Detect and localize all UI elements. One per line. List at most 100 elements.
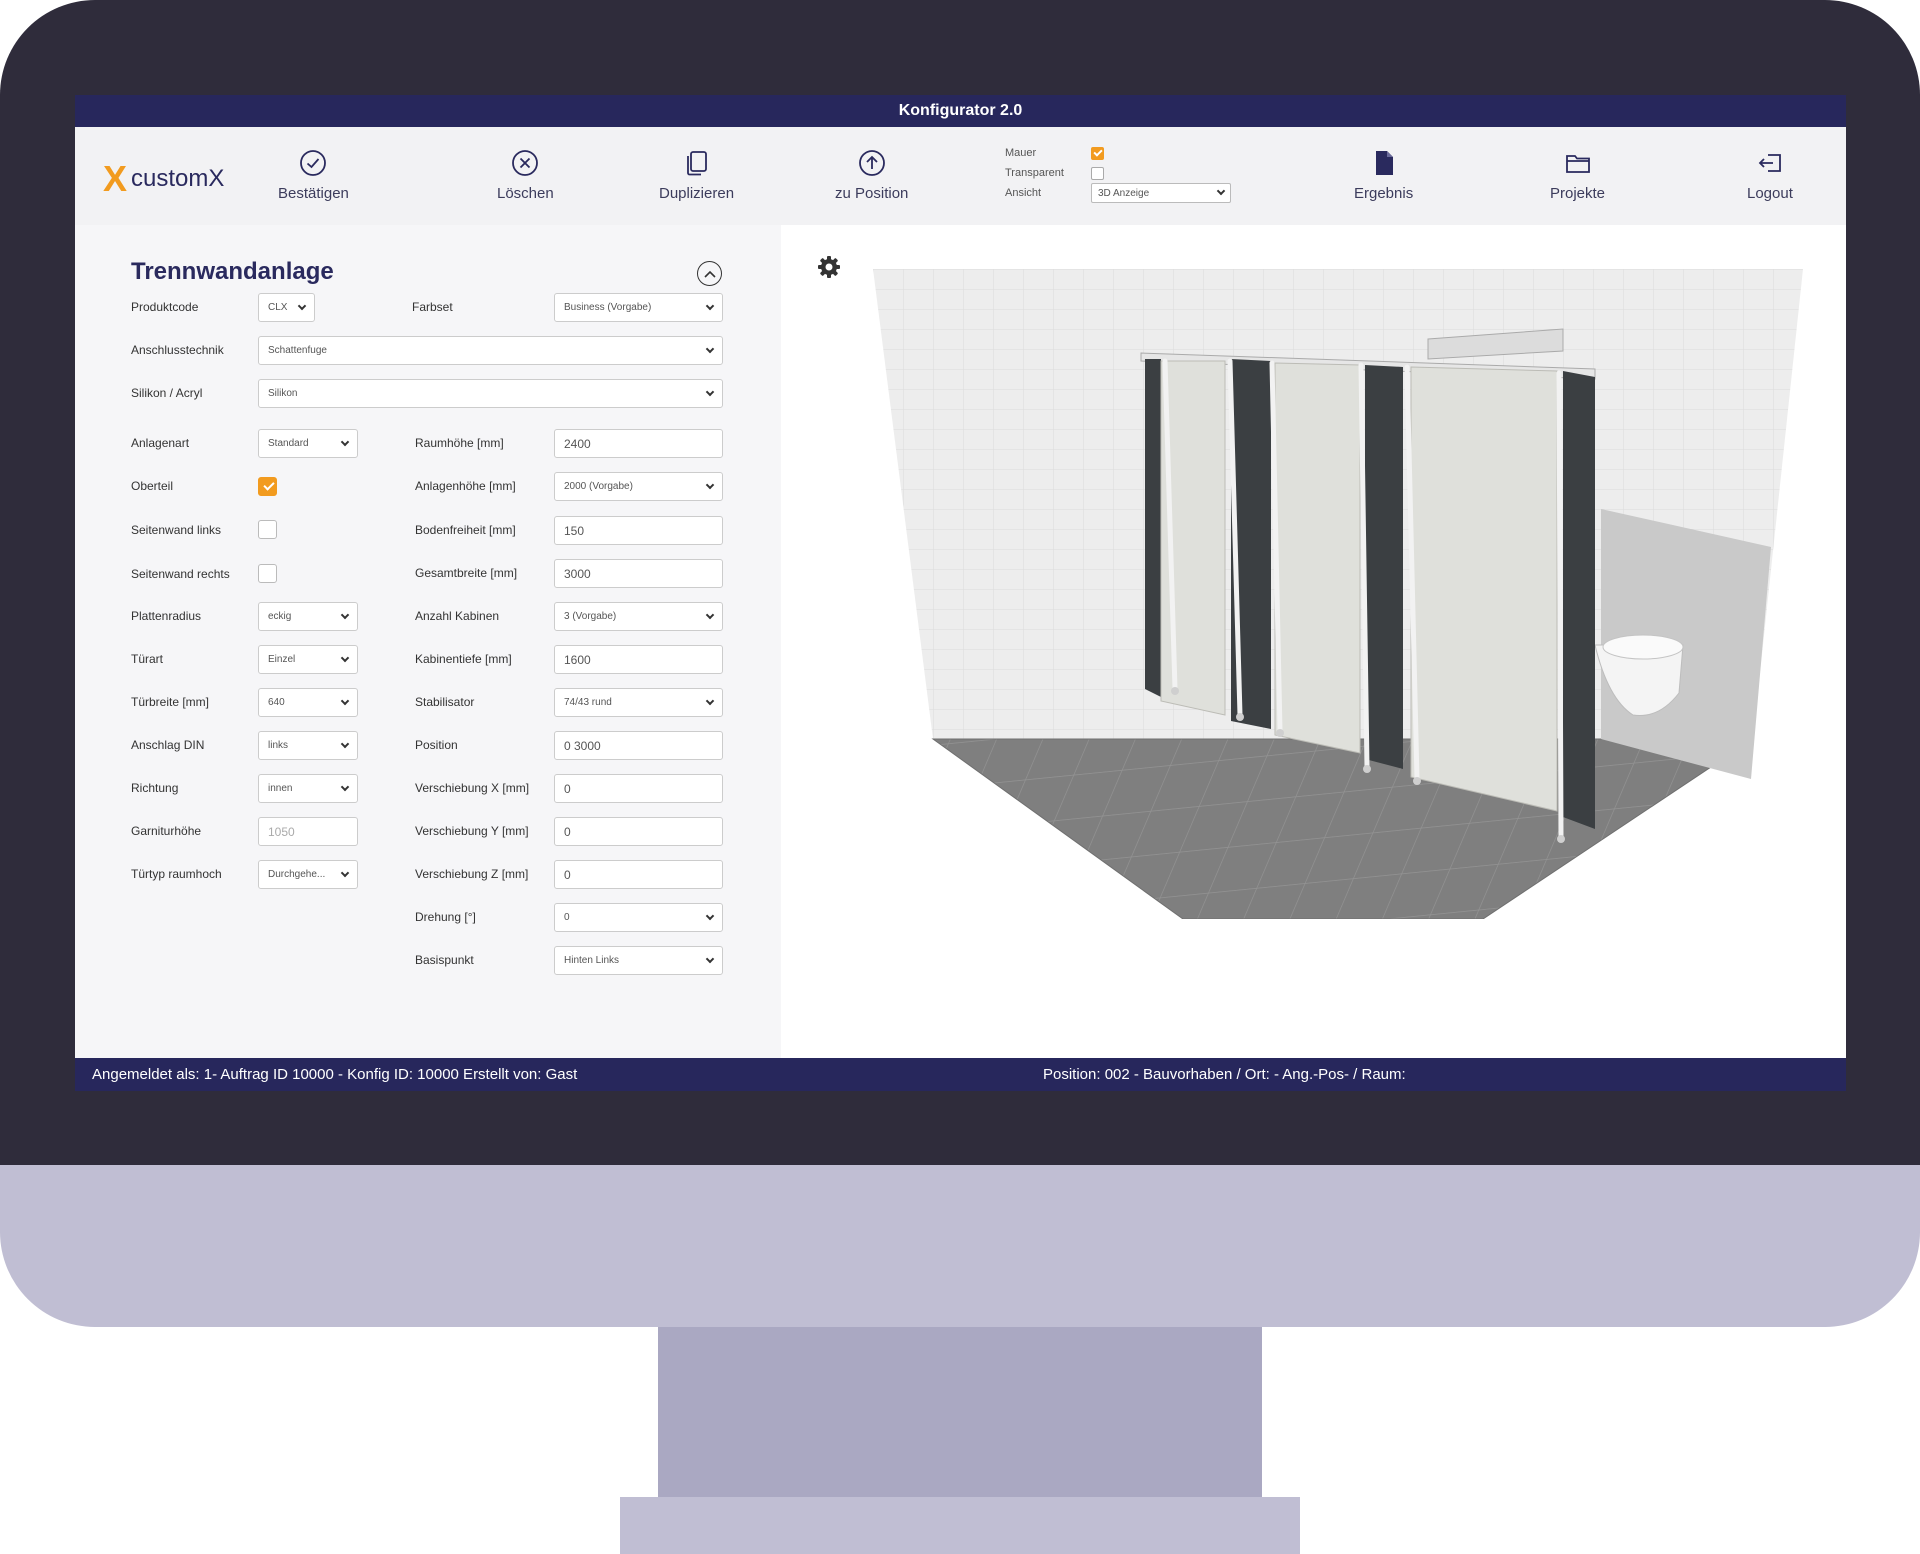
anlagenhoehe-value: 2000 (Vorgabe)	[564, 481, 633, 492]
farbset-select[interactable]: Business (Vorgabe)	[554, 293, 723, 322]
monitor-stand-foot	[620, 1497, 1300, 1554]
richtung-value: innen	[268, 783, 293, 794]
verschiebung-x-value: 0	[564, 781, 571, 796]
3d-viewer[interactable]	[781, 225, 1846, 1058]
gesamtbreite-value: 3000	[564, 566, 591, 581]
gear-icon[interactable]	[817, 255, 841, 279]
anzahl-kabinen-select[interactable]: 3 (Vorgabe)	[554, 602, 723, 631]
logo-text: customX	[131, 165, 225, 192]
raumhoehe-input[interactable]: 2400	[554, 429, 723, 458]
window-title: Konfigurator 2.0	[75, 95, 1846, 127]
chevron-down-icon	[340, 437, 350, 446]
arrow-up-circle-icon	[858, 150, 885, 176]
chevron-down-icon	[297, 301, 307, 310]
oberteil-label: Oberteil	[131, 479, 174, 493]
logout-icon	[1758, 154, 1781, 172]
delete-button[interactable]: Löschen	[497, 149, 554, 202]
raumhoehe-value: 2400	[564, 436, 591, 451]
anschlusstechnik-select[interactable]: Schattenfuge	[258, 336, 723, 365]
garniturhoehe-input[interactable]: 1050	[258, 817, 358, 846]
stabilisator-select[interactable]: 74/43 rund	[554, 688, 723, 717]
produktcode-label: Produktcode	[131, 300, 199, 314]
verschiebung-x-label: Verschiebung X [mm]	[415, 781, 530, 795]
view-select[interactable]: 3D Anzeige	[1091, 183, 1231, 203]
logo-mark: X	[103, 158, 128, 199]
tuertyp-select[interactable]: Durchgehe...	[258, 860, 358, 889]
3d-scene[interactable]	[873, 269, 1803, 919]
tuerart-value: Einzel	[268, 654, 296, 665]
seitenwand-links-checkbox[interactable]	[258, 520, 277, 539]
kabinentiefe-input[interactable]: 1600	[554, 645, 723, 674]
basispunkt-select[interactable]: Hinten Links	[554, 946, 723, 975]
tuerart-label: Türart	[131, 652, 164, 666]
wall-checkbox[interactable]	[1091, 146, 1104, 160]
chevron-down-icon	[340, 653, 350, 662]
plattenradius-value: eckig	[268, 611, 292, 622]
cabin-door-3	[1410, 366, 1558, 812]
anschlag-label: Anschlag DIN	[131, 738, 205, 752]
monitor-chin	[0, 1165, 1920, 1327]
bodenfreiheit-input[interactable]: 150	[554, 516, 723, 545]
chevron-down-icon	[340, 782, 350, 791]
tuertyp-value: Durchgehe...	[268, 869, 326, 880]
chevron-up-icon	[703, 270, 716, 278]
to-position-button[interactable]: zu Position	[835, 149, 908, 202]
anschlag-select[interactable]: links	[258, 731, 358, 760]
tuerbreite-label: Türbreite [mm]	[131, 695, 210, 709]
position-input[interactable]: 0 3000	[554, 731, 723, 760]
result-button[interactable]: Ergebnis	[1354, 149, 1413, 202]
monitor-stand-neck	[658, 1327, 1262, 1497]
transparent-checkbox[interactable]	[1091, 166, 1104, 180]
verschiebung-z-label: Verschiebung Z [mm]	[415, 867, 529, 881]
garniturhoehe-label: Garniturhöhe	[131, 824, 202, 838]
verschiebung-y-label: Verschiebung Y [mm]	[415, 824, 529, 838]
silikon-select[interactable]: Silikon	[258, 379, 723, 408]
logo: X customX	[103, 161, 224, 197]
anlagenart-select[interactable]: Standard	[258, 429, 358, 458]
status-login-info: Angemeldet als: 1- Auftrag ID 10000 - Ko…	[92, 1066, 578, 1083]
to-position-label: zu Position	[835, 185, 909, 202]
gesamtbreite-input[interactable]: 3000	[554, 559, 723, 588]
logout-button[interactable]: Logout	[1747, 149, 1793, 202]
floor	[933, 739, 1753, 919]
confirm-label: Bestätigen	[278, 185, 349, 202]
confirm-button[interactable]: Bestätigen	[278, 149, 349, 202]
verschiebung-z-input[interactable]: 0	[554, 860, 723, 889]
stabilisator-label: Stabilisator	[415, 695, 475, 709]
chevron-down-icon	[340, 739, 350, 748]
drehung-label: Drehung [°]	[415, 910, 476, 924]
silikon-label: Silikon / Acryl	[131, 386, 203, 400]
cabin-door-2	[1274, 362, 1361, 754]
configuration-panel: Trennwandanlage Produktcode CLX Farbset …	[75, 225, 781, 1058]
drehung-select[interactable]: 0	[554, 903, 723, 932]
collapse-panel-button[interactable]	[697, 261, 722, 286]
position-label: Position	[415, 738, 458, 752]
seitenwand-rechts-label: Seitenwand rechts	[131, 567, 230, 581]
view-select-value: 3D Anzeige	[1098, 187, 1150, 199]
anlagenhoehe-select[interactable]: 2000 (Vorgabe)	[554, 472, 723, 501]
projects-button[interactable]: Projekte	[1550, 149, 1605, 202]
chevron-down-icon	[705, 911, 715, 920]
tuerbreite-value: 640	[268, 697, 285, 708]
wall-label: Mauer	[1005, 147, 1037, 159]
seitenwand-rechts-checkbox[interactable]	[258, 564, 277, 583]
verschiebung-y-input[interactable]: 0	[554, 817, 723, 846]
tuerbreite-select[interactable]: 640	[258, 688, 358, 717]
plattenradius-select[interactable]: eckig	[258, 602, 358, 631]
chevron-down-icon	[705, 954, 715, 963]
oberteil-checkbox[interactable]	[258, 477, 277, 496]
verschiebung-x-input[interactable]: 0	[554, 774, 723, 803]
duplicate-button[interactable]: Duplizieren	[659, 149, 734, 202]
tuerart-select[interactable]: Einzel	[258, 645, 358, 674]
anlagenart-label: Anlagenart	[131, 436, 190, 450]
delete-label: Löschen	[497, 185, 554, 202]
toolbar: X customX Bestätigen Löschen Duplizieren…	[75, 127, 1846, 225]
projects-label: Projekte	[1550, 185, 1606, 202]
transparent-label: Transparent	[1005, 167, 1064, 179]
produktcode-select[interactable]: CLX	[258, 293, 315, 322]
richtung-select[interactable]: innen	[258, 774, 358, 803]
stabilisator-value: 74/43 rund	[564, 697, 612, 708]
tuertyp-label: Türtyp raumhoch	[131, 867, 222, 881]
raumhoehe-label: Raumhöhe [mm]	[415, 436, 504, 450]
anschlusstechnik-value: Schattenfuge	[268, 345, 327, 356]
